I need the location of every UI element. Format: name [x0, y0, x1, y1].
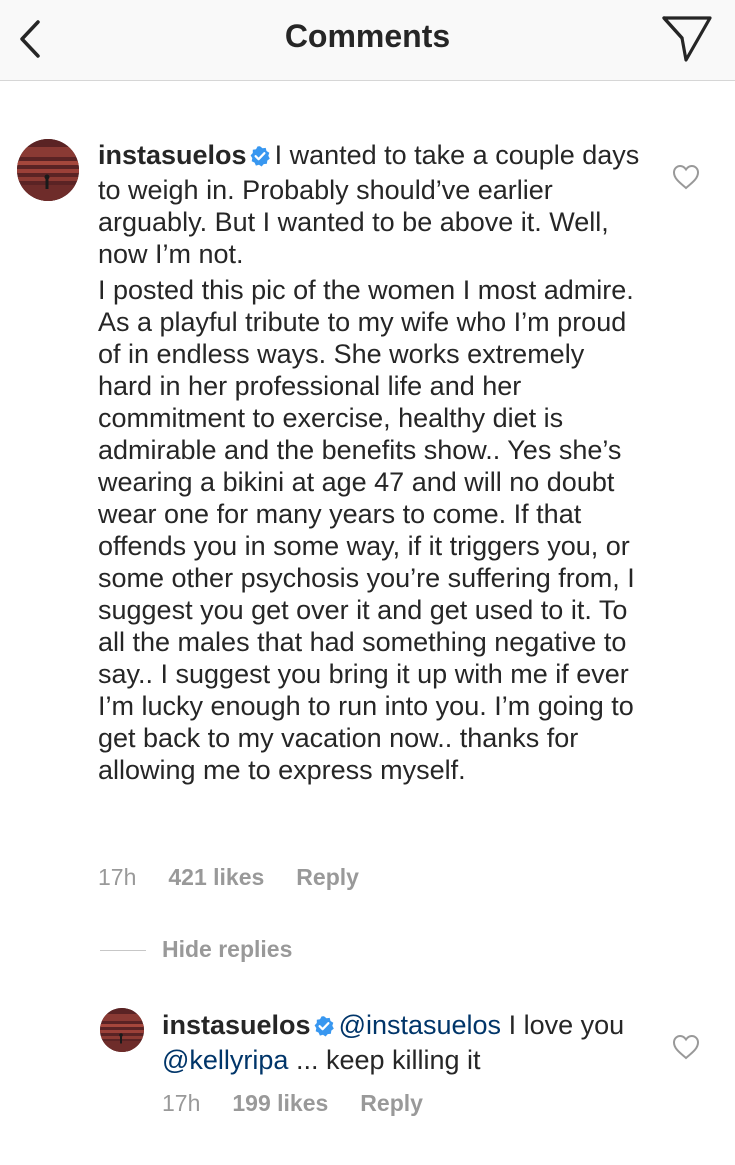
reply-username[interactable]: instasuelos: [162, 1010, 311, 1040]
reply-body: instasuelos @instasuelos I love you @kell…: [162, 1009, 642, 1076]
reply-meta: 17h 199 likes Reply: [162, 1090, 455, 1117]
reply-avatar[interactable]: [100, 1008, 144, 1052]
reply-text-part-2: ... keep killing it: [288, 1045, 481, 1075]
paper-plane-icon: [662, 16, 712, 62]
page-title: Comments: [284, 18, 451, 54]
mention-link-kellyripa[interactable]: @kellyripa: [162, 1045, 288, 1075]
reply-reply-button[interactable]: Reply: [360, 1090, 423, 1116]
hide-replies-label[interactable]: Hide replies: [162, 936, 292, 963]
header-bar: Comments: [0, 0, 735, 81]
avatar[interactable]: [17, 139, 79, 201]
reply-avatar-image: [100, 1008, 144, 1052]
verified-badge-icon: [249, 142, 271, 174]
reply-likes[interactable]: 199 likes: [232, 1090, 328, 1116]
comment-paragraph-1: instasuelos I wanted to take a couple day…: [98, 139, 643, 270]
comment-body: instasuelos I wanted to take a couple day…: [98, 139, 643, 786]
comment-paragraph-2: I posted this pic of the women I most ad…: [98, 275, 635, 785]
hide-replies-divider: [100, 950, 146, 951]
reply-verified-badge-icon: [313, 1012, 335, 1044]
reply-text-part-1: I love you: [501, 1010, 625, 1040]
share-button[interactable]: [660, 14, 714, 64]
reply-like-heart-icon[interactable]: [672, 1034, 700, 1060]
comment-reply-button[interactable]: Reply: [296, 864, 359, 890]
reply-time: 17h: [162, 1090, 201, 1116]
comment-username[interactable]: instasuelos: [98, 140, 247, 170]
comment-likes[interactable]: 421 likes: [168, 864, 264, 890]
mention-link-instasuelos[interactable]: @instasuelos: [339, 1010, 502, 1040]
comment-time: 17h: [98, 864, 137, 890]
avatar-image: [17, 139, 79, 201]
comment-meta: 17h 421 likes Reply: [98, 864, 391, 891]
like-heart-icon[interactable]: [672, 164, 700, 190]
